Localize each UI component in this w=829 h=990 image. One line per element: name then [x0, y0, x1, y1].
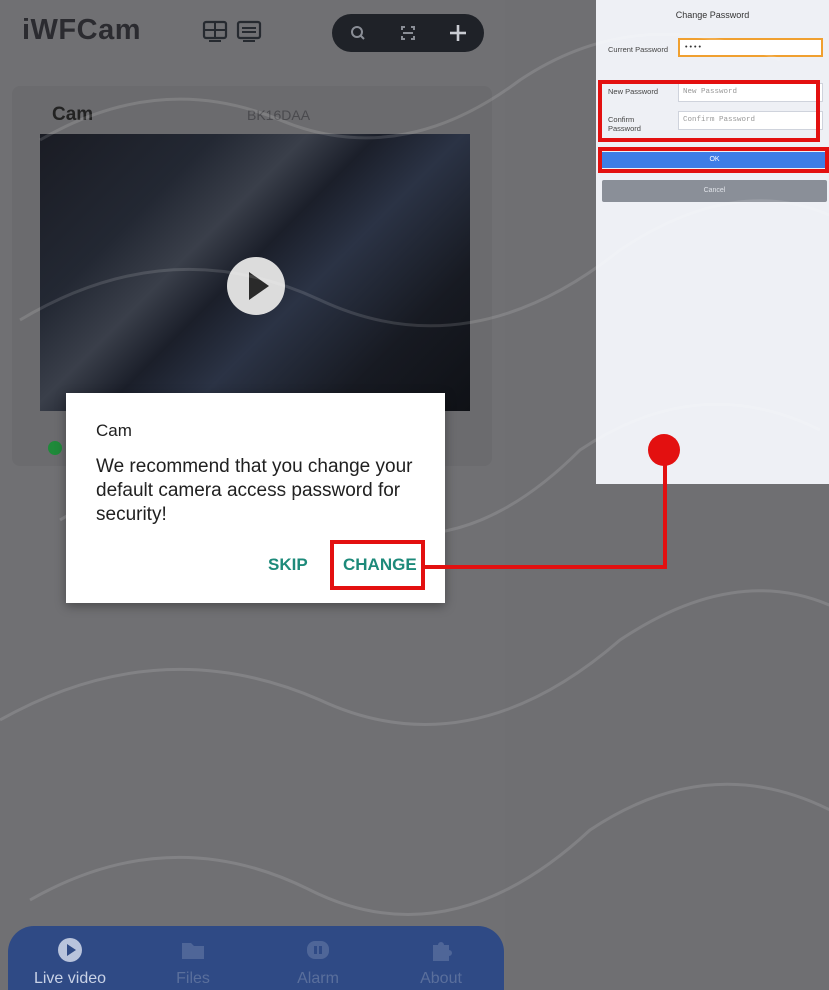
camera-id: BK16DAA [247, 107, 311, 123]
folder-icon [182, 943, 204, 959]
nav-files[interactable]: Files [148, 936, 238, 988]
connector-line [425, 565, 667, 569]
nav-label: Files [176, 970, 210, 987]
nav-label: Live video [33, 970, 107, 987]
connector-line [663, 452, 667, 569]
camera-name: Cam [52, 104, 94, 125]
change-password-screen: Change Password Current Password •••• Ne… [596, 0, 829, 484]
dialog-title: Cam [96, 421, 132, 440]
play-circle-icon [58, 938, 82, 962]
nav-label: About [420, 970, 462, 987]
puzzle-icon [433, 942, 452, 961]
current-password-label: Current Password [608, 45, 669, 54]
nav-about[interactable]: About [396, 936, 486, 988]
alarm-icon [307, 941, 329, 959]
current-password-row: Current Password •••• [596, 38, 829, 68]
scan-icon[interactable] [396, 21, 420, 45]
nav-label: Alarm [297, 970, 339, 987]
phone-screen: iWFCam Cam BK16DAA Live video Files Alar… [0, 0, 505, 990]
change-button-highlight [330, 540, 425, 590]
nav-alarm[interactable]: Alarm [273, 936, 363, 988]
current-password-field[interactable]: •••• [678, 38, 823, 57]
top-actions-pill [332, 14, 484, 52]
bottom-nav: Live video Files Alarm About [8, 926, 504, 990]
connector-dot [648, 434, 680, 466]
app-title: iWFCam [22, 14, 141, 46]
password-fields-highlight [598, 80, 820, 142]
nav-live-video[interactable]: Live video [25, 936, 115, 988]
grid-view-icon[interactable] [202, 20, 228, 42]
skip-button[interactable]: SKIP [268, 555, 308, 575]
add-icon[interactable] [446, 21, 470, 45]
ok-button-highlight [598, 147, 829, 173]
list-view-icon[interactable] [236, 20, 262, 42]
search-icon[interactable] [346, 21, 370, 45]
play-icon[interactable] [227, 257, 285, 315]
change-password-header: Change Password [675, 10, 750, 20]
dialog-message: We recommend that you change your defaul… [96, 456, 413, 525]
cancel-button[interactable]: Cancel [602, 180, 827, 202]
online-status-dot [48, 441, 62, 455]
